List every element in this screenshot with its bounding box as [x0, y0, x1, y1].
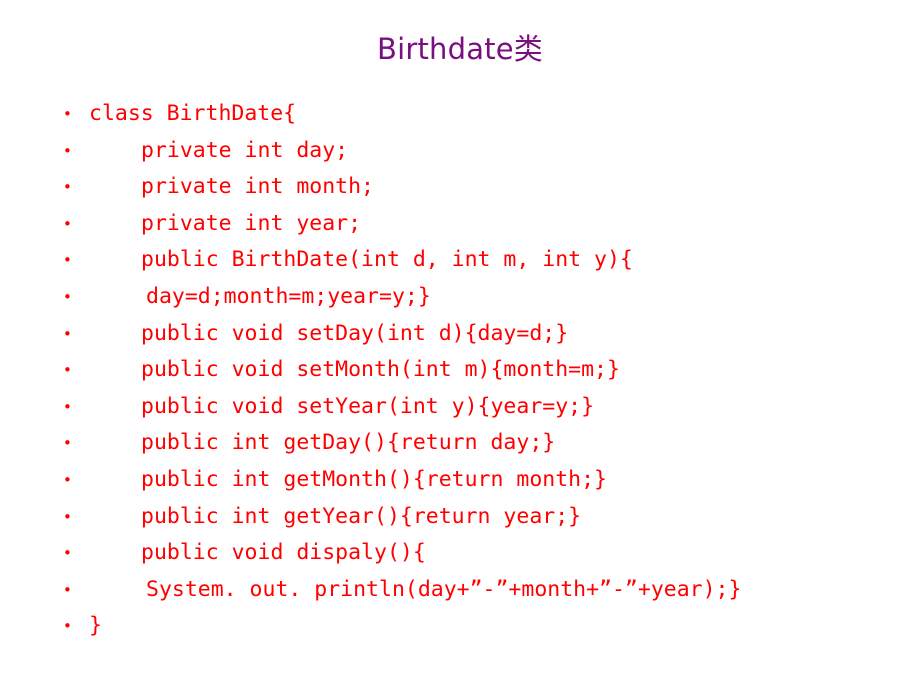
code-line: • System. out. println(day+”-”+month+”-”+…	[0, 572, 920, 609]
code-line-text: private int day;	[141, 137, 349, 163]
bullet-icon: •	[63, 214, 72, 233]
code-line: • public int getDay(){return day;}	[0, 425, 920, 462]
page-title: Birthdate类	[376, 32, 544, 66]
code-line-text: }	[89, 613, 102, 639]
code-line: • public void setYear(int y){year=y;}	[0, 389, 920, 426]
code-line-text: public void setMonth(int m){month=m;}	[141, 357, 620, 383]
code-line: • public void setDay(int d){day=d;}	[0, 316, 920, 353]
bullet-icon: •	[63, 434, 72, 453]
code-line-text: public int getYear(){return year;}	[141, 503, 582, 529]
code-listing: • class BirthDate{ • private int day; • priva…	[0, 96, 920, 645]
code-line-text: System. out. println(day+”-”+month+”-”+y…	[146, 576, 742, 602]
bullet-icon: •	[63, 324, 72, 343]
code-line: • day=d;month=m;year=y;}	[0, 279, 920, 316]
code-line-text: day=d;month=m;year=y;}	[146, 283, 431, 309]
code-line: • private int month;	[0, 169, 920, 206]
bullet-icon: •	[63, 251, 72, 270]
code-line: • public int getYear(){return year;}	[0, 499, 920, 536]
bullet-icon: •	[63, 470, 72, 489]
bullet-icon: •	[63, 178, 72, 197]
bullet-icon: •	[63, 397, 72, 416]
bullet-icon: •	[63, 361, 72, 380]
bullet-icon: •	[63, 507, 72, 526]
bullet-icon: •	[63, 141, 72, 160]
slide-canvas: Birthdate类 • class BirthDate{ • private int…	[0, 0, 920, 690]
bullet-icon: •	[63, 544, 72, 563]
bullet-icon: •	[63, 617, 72, 636]
code-line-text: private int month;	[141, 174, 374, 200]
code-line-text: private int year;	[141, 210, 362, 236]
code-line-text: public int getDay(){return day;}	[141, 430, 556, 456]
code-line: • public void setMonth(int m){month=m;}	[0, 352, 920, 389]
code-line: • public BirthDate(int d, int m, int y){	[0, 242, 920, 279]
code-line: • public void dispaly(){	[0, 535, 920, 572]
code-line-text: public void setYear(int y){year=y;}	[141, 393, 595, 419]
code-line-text: class BirthDate{	[89, 101, 297, 126]
bullet-icon: •	[63, 287, 72, 306]
code-line: • private int year;	[0, 206, 920, 243]
bullet-icon: •	[63, 105, 72, 123]
code-line: •}	[0, 608, 920, 645]
bullet-icon: •	[63, 580, 72, 599]
code-line: • public int getMonth(){return month;}	[0, 462, 920, 499]
code-line-text: public int getMonth(){return month;}	[141, 466, 607, 492]
code-line-text: public void setDay(int d){day=d;}	[141, 320, 569, 346]
code-line-text: public BirthDate(int d, int m, int y){	[141, 247, 633, 273]
code-line: • private int day;	[0, 133, 920, 170]
code-line-text: public void dispaly(){	[141, 540, 426, 566]
code-line: • class BirthDate{	[0, 96, 920, 133]
